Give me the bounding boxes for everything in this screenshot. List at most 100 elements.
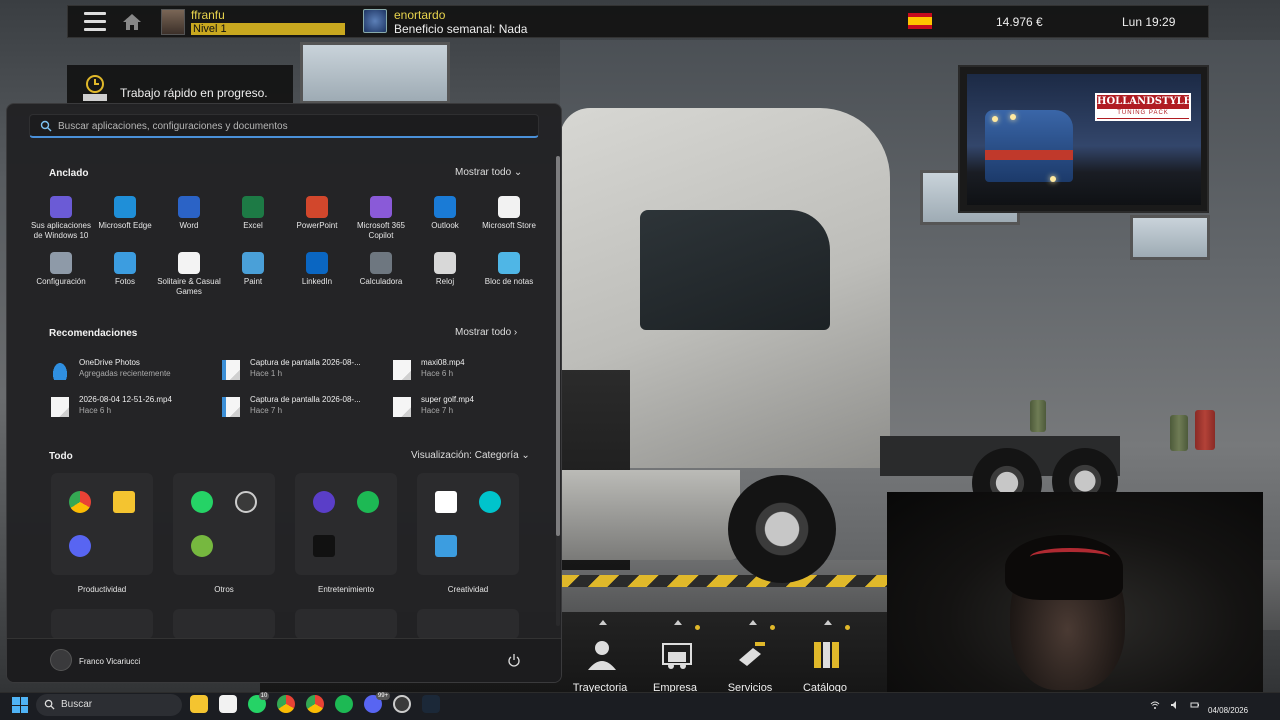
folder-partial[interactable] — [417, 609, 519, 639]
folder-partial[interactable] — [295, 609, 397, 639]
pinned-app[interactable]: Fotos — [93, 252, 157, 308]
promo-truck — [985, 110, 1073, 182]
view-category-button[interactable]: Visualización: Categoría — [405, 448, 536, 463]
utorrent-icon[interactable] — [191, 535, 213, 557]
pinned-app[interactable]: Excel — [221, 196, 285, 252]
barrel — [1170, 415, 1188, 451]
obs-icon[interactable] — [393, 695, 411, 713]
recommended-item[interactable]: Captura de pantalla 2026-08-... Hace 1 h — [222, 358, 382, 384]
store-icon[interactable] — [219, 695, 237, 713]
floor-stripe — [560, 575, 890, 587]
recommended-item[interactable]: 2026-08-04 12-51-26.mp4 Hace 6 h — [51, 395, 211, 421]
pinned-app-label: Microsoft 365 Copilot — [356, 221, 406, 240]
user-avatar[interactable] — [50, 649, 72, 671]
recommended-show-all-button[interactable]: Mostrar todo — [449, 325, 523, 340]
pinned-app[interactable]: Outlook — [413, 196, 477, 252]
pinned-app-label: Bloc de notas — [484, 277, 534, 286]
company-logo[interactable] — [363, 9, 387, 33]
chrome-icon[interactable] — [306, 695, 324, 713]
file-explorer-icon[interactable] — [190, 695, 208, 713]
media-player-icon[interactable] — [313, 491, 335, 513]
recommended-item[interactable]: Captura de pantalla 2026-08-... Hace 7 h — [222, 395, 382, 421]
start-search-input[interactable] — [58, 118, 528, 134]
notification-dot — [695, 625, 700, 630]
pinned-app-label: Solitaire & Casual Games — [157, 277, 221, 296]
category-folder[interactable] — [51, 473, 153, 575]
obs-icon[interactable] — [235, 491, 257, 513]
pinned-show-all-button[interactable]: Mostrar todo — [449, 165, 528, 180]
volume-icon[interactable] — [1170, 700, 1180, 710]
pinned-app[interactable]: Sus aplicaciones de Windows 10 — [29, 196, 93, 252]
nav-empresa[interactable]: Empresa — [640, 620, 710, 694]
nav-servicios[interactable]: Servicios — [715, 620, 785, 694]
store-icon — [498, 196, 520, 218]
pinned-app[interactable]: Paint — [221, 252, 285, 308]
linkedin-icon — [306, 252, 328, 274]
recommended-item[interactable]: OneDrive Photos Agregadas recientemente — [51, 358, 211, 384]
pinned-app[interactable]: Microsoft 365 Copilot — [349, 196, 413, 252]
home-icon[interactable] — [122, 13, 142, 31]
player-avatar[interactable] — [161, 9, 185, 35]
epic-games-icon[interactable] — [313, 535, 335, 557]
user-name[interactable]: Franco Vicariucci — [79, 657, 140, 666]
scrollbar-thumb[interactable] — [556, 156, 560, 536]
chrome-icon[interactable] — [277, 695, 295, 713]
capcut-icon[interactable] — [435, 491, 457, 513]
image-file-icon — [222, 360, 240, 380]
pinned-app-label: Microsoft Store — [482, 221, 536, 230]
category-folder[interactable] — [173, 473, 275, 575]
folder-partial[interactable] — [51, 609, 153, 639]
discord-icon[interactable] — [69, 535, 91, 557]
power-icon[interactable] — [507, 653, 521, 667]
spotify-icon[interactable] — [357, 491, 379, 513]
truck-window — [640, 210, 830, 330]
wifi-icon[interactable] — [1150, 700, 1160, 710]
file-explorer-icon[interactable] — [113, 491, 135, 513]
recommended-item-title: 2026-08-04 12-51-26.mp4 — [79, 395, 172, 404]
video-file-icon — [51, 397, 69, 417]
spotify-icon[interactable] — [335, 695, 353, 713]
garage-window — [1130, 215, 1210, 260]
gear-icon — [50, 252, 72, 274]
recommended-item[interactable]: maxi08.mp4 Hace 6 h — [393, 358, 553, 384]
pinned-app[interactable]: Word — [157, 196, 221, 252]
pinned-app[interactable]: Solitaire & Casual Games — [157, 252, 221, 308]
canva-icon[interactable] — [479, 491, 501, 513]
hamburger-menu-icon[interactable] — [84, 12, 106, 32]
taskbar-date[interactable]: 04/08/2026 — [1208, 706, 1248, 715]
nav-trayectoria[interactable]: Trayectoria — [565, 620, 635, 694]
pinned-app[interactable]: Configuración — [29, 252, 93, 308]
recommended-item[interactable]: super golf.mp4 Hace 7 h — [393, 395, 553, 421]
search-icon — [44, 699, 55, 710]
promo-light — [1010, 114, 1016, 120]
caret-up-icon — [749, 620, 757, 625]
start-menu: Anclado Mostrar todo Sus aplicaciones de… — [6, 103, 562, 683]
battery-icon[interactable] — [1190, 700, 1200, 710]
category-folder[interactable] — [295, 473, 397, 575]
pinned-app[interactable]: Reloj — [413, 252, 477, 308]
start-search-box[interactable] — [29, 114, 539, 138]
folder-partial[interactable] — [173, 609, 275, 639]
garage-window — [300, 42, 450, 104]
start-menu-scrollbar[interactable] — [556, 156, 560, 626]
pinned-title: Anclado — [49, 168, 89, 179]
whatsapp-icon[interactable] — [191, 491, 213, 513]
nav-catalogo[interactable]: Catálogo — [790, 620, 860, 694]
player-name: ffranfu — [191, 8, 225, 22]
category-folder[interactable] — [417, 473, 519, 575]
caret-up-icon — [599, 620, 607, 625]
pinned-app[interactable]: Microsoft Edge — [93, 196, 157, 252]
pinned-app[interactable]: Calculadora — [349, 252, 413, 308]
pinned-app-label: Reloj — [435, 277, 455, 286]
steam-icon[interactable] — [422, 695, 440, 713]
pinned-app[interactable]: PowerPoint — [285, 196, 349, 252]
photos-icon[interactable] — [435, 535, 457, 557]
pinned-app[interactable]: Microsoft Store — [477, 196, 541, 252]
taskbar-search[interactable]: Buscar — [36, 694, 182, 716]
powerpoint-icon — [306, 196, 328, 218]
pinned-app[interactable]: LinkedIn — [285, 252, 349, 308]
windows-start-icon[interactable] — [12, 697, 28, 713]
chrome-icon[interactable] — [69, 491, 91, 513]
pinned-app[interactable]: Bloc de notas — [477, 252, 541, 308]
truck-bumper — [560, 470, 740, 560]
